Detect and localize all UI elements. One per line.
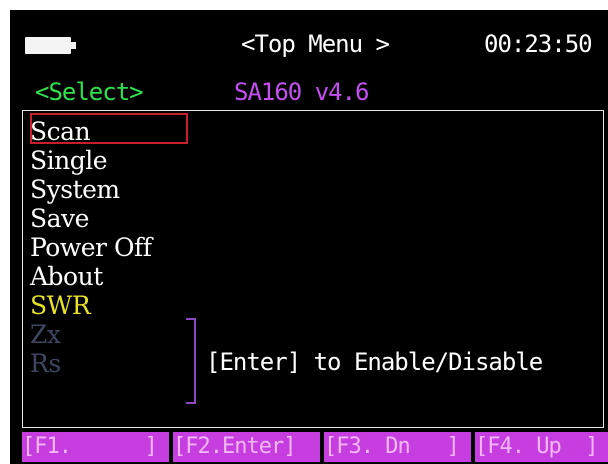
- f3-down-button[interactable]: [F3. Dn ]: [324, 432, 471, 462]
- device-screen: <Top Menu > 00:23:50 <Select> SA160 v4.6…: [10, 10, 608, 464]
- f1-button[interactable]: [F1. ]: [22, 432, 169, 462]
- select-label: <Select>: [35, 78, 144, 106]
- menu-item-save[interactable]: Save: [30, 204, 151, 233]
- menu-item-about[interactable]: About: [30, 262, 151, 291]
- enable-disable-hint: [Enter] to Enable/Disable: [206, 348, 543, 376]
- group-bracket: [186, 318, 196, 404]
- menu-item-scan[interactable]: Scan: [30, 117, 151, 146]
- clock: 00:23:50: [484, 30, 593, 58]
- menu-item-zx[interactable]: Zx: [30, 320, 151, 349]
- menu-item-swr[interactable]: SWR: [30, 291, 151, 320]
- function-key-bar: [F1. ] [F2.Enter] [F3. Dn ] [F4. Up ]: [22, 432, 608, 462]
- menu-item-system[interactable]: System: [30, 175, 151, 204]
- page-title: <Top Menu >: [241, 30, 390, 58]
- menu-item-rs[interactable]: Rs: [30, 349, 151, 378]
- f4-up-button[interactable]: [F4. Up ]: [475, 432, 608, 462]
- menu-item-power-off[interactable]: Power Off: [30, 233, 152, 262]
- battery-icon: [25, 37, 76, 54]
- menu-item-single[interactable]: Single: [30, 146, 151, 175]
- model-version: SA160 v4.6: [234, 78, 369, 106]
- f2-enter-button[interactable]: [F2.Enter]: [173, 432, 320, 462]
- menu-list: Scan Single System Save Power Off About …: [30, 117, 152, 378]
